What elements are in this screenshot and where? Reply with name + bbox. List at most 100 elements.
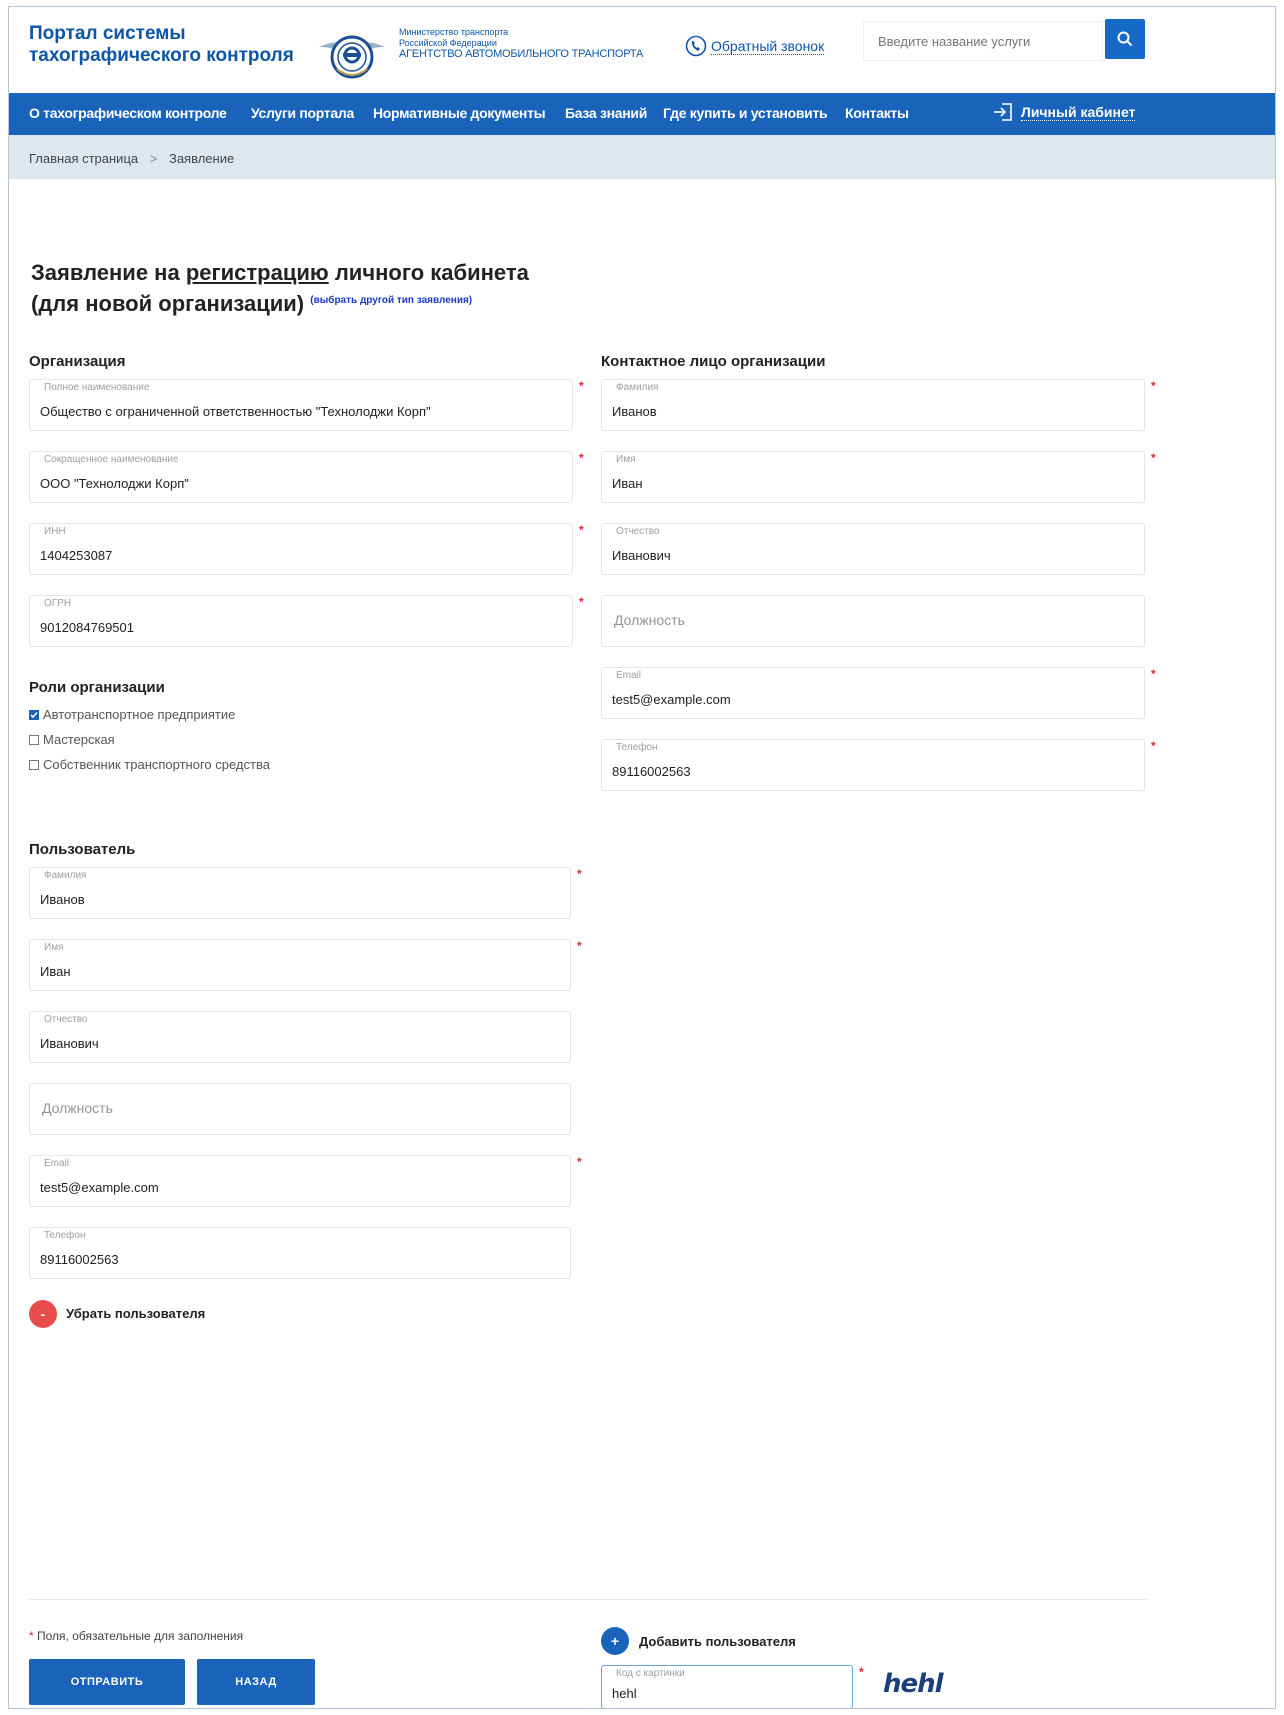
field-label: ОГРН [44, 598, 72, 609]
nav-item-knowledge[interactable]: База знаний [565, 105, 647, 121]
user-name-field[interactable]: Имя Иван [29, 939, 571, 991]
add-user-label[interactable]: Добавить пользователя [639, 1634, 796, 1649]
role-label: Мастерская [43, 732, 115, 747]
portal-title[interactable]: Портал системы тахографического контроля [29, 23, 294, 67]
breadcrumb: Главная страница > Заявление [9, 135, 1275, 179]
nav-item-contacts[interactable]: Контакты [845, 105, 909, 121]
page-title-pre: Заявление на [31, 260, 186, 285]
org-ogrn-field[interactable]: ОГРН 9012084769501 [29, 595, 573, 647]
submit-button[interactable]: ОТПРАВИТЬ [29, 1659, 185, 1705]
field-label: Сокращенное наименование [44, 454, 179, 465]
nav-item-where-to-buy[interactable]: Где купить и установить [663, 105, 828, 121]
field-label: Email [616, 670, 642, 681]
user-position-field[interactable]: Должность [29, 1083, 571, 1135]
captcha-field[interactable]: Код с картинки hehl [601, 1665, 853, 1708]
contact-email-field[interactable]: Email test5@example.com [601, 667, 1145, 719]
section-divider [29, 1599, 1147, 1600]
field-label: Email [44, 1158, 70, 1169]
checkbox-unchecked[interactable] [29, 734, 39, 745]
personal-cabinet-link[interactable]: Личный кабинет [993, 103, 1136, 121]
required-marker: * [1151, 739, 1156, 753]
nav-item-documents[interactable]: Нормативные документы [373, 105, 546, 121]
org-full-name-field[interactable]: Полное наименование Общество с ограничен… [29, 379, 573, 431]
field-value: Иванов [612, 404, 657, 419]
page-title-post: личного кабинета [328, 260, 529, 285]
role-checkbox-transport[interactable]: Автотранспортное предприятие [29, 707, 235, 722]
contact-patronymic-field[interactable]: Отчество Иванович [601, 523, 1145, 575]
role-label: Автотранспортное предприятие [43, 707, 236, 722]
required-note-text: Поля, обязательные для заполнения [33, 1629, 244, 1643]
field-value: 89116002563 [40, 1252, 119, 1267]
contact-phone-field[interactable]: Телефон 89116002563 [601, 739, 1145, 791]
role-checkbox-workshop[interactable]: Мастерская [29, 732, 115, 747]
portal-title-line2: тахографического контроля [29, 45, 294, 66]
field-value: Иванович [40, 1036, 99, 1051]
nav-item-about[interactable]: О тахографическом контроле [29, 105, 227, 121]
contact-name-field[interactable]: Имя Иван [601, 451, 1145, 503]
page-frame: Портал системы тахографического контроля… [8, 6, 1276, 1709]
user-phone-field[interactable]: Телефон 89116002563 [29, 1227, 571, 1279]
field-label: Отчество [616, 526, 660, 537]
site-header: Портал системы тахографического контроля… [9, 7, 1275, 89]
field-label: Отчество [44, 1014, 88, 1025]
breadcrumb-home[interactable]: Главная страница [29, 151, 138, 166]
user-heading: Пользователь [29, 841, 136, 858]
search-button[interactable] [1105, 19, 1145, 59]
user-patronymic-field[interactable]: Отчество Иванович [29, 1011, 571, 1063]
field-label: ИНН [44, 526, 66, 537]
callback-link[interactable]: Обратный звонок [685, 35, 825, 57]
remove-user-label[interactable]: Убрать пользователя [66, 1306, 205, 1321]
required-marker: * [859, 1665, 864, 1679]
login-icon [994, 103, 1012, 121]
field-value: 9012084769501 [40, 620, 134, 635]
user-surname-field[interactable]: Фамилия Иванов [29, 867, 571, 919]
check-icon [30, 711, 38, 718]
contact-position-field[interactable]: Должность [601, 595, 1145, 647]
field-label: Фамилия [616, 382, 659, 393]
field-label: Телефон [616, 742, 658, 753]
main-nav: О тахографическом контроле Услуги портал… [9, 93, 1275, 135]
page-title-link[interactable]: регистрацию [186, 260, 329, 285]
org-short-name-field[interactable]: Сокращенное наименование ООО "Технолоджи… [29, 451, 573, 503]
required-marker: * [579, 379, 584, 393]
breadcrumb-current: Заявление [168, 151, 235, 166]
required-marker: * [577, 1155, 582, 1169]
add-user-button[interactable]: + [601, 1627, 629, 1655]
nav-item-services[interactable]: Услуги портала [251, 105, 354, 121]
required-marker: * [577, 867, 582, 881]
field-value: ООО "Технолоджи Корп" [40, 476, 189, 491]
contact-heading: Контактное лицо организации [601, 353, 826, 370]
roles-heading: Роли организации [29, 679, 165, 696]
required-marker: * [1151, 451, 1156, 465]
back-button[interactable]: НАЗАД [197, 1659, 315, 1705]
field-value: hehl [612, 1686, 637, 1701]
field-label: Полное наименование [44, 382, 150, 393]
checkbox-checked[interactable] [29, 709, 39, 720]
field-label: Имя [616, 454, 636, 465]
field-value: test5@example.com [612, 692, 731, 707]
search-box [863, 21, 1103, 61]
org-inn-field[interactable]: ИНН 1404253087 [29, 523, 573, 575]
ministry-block: Министерство транспорта Российской Федер… [399, 27, 643, 60]
page-title: Заявление на регистрацию личного кабинет… [31, 259, 529, 318]
required-marker: * [577, 939, 582, 953]
breadcrumb-separator: > [149, 151, 158, 166]
personal-cabinet-label: Личный кабинет [1021, 103, 1136, 121]
remove-user-button[interactable]: - [29, 1300, 57, 1328]
user-email-field[interactable]: Email test5@example.com [29, 1155, 571, 1207]
required-marker: * [579, 595, 584, 609]
agency-name: АГЕНТСТВО АВТОМОБИЛЬНОГО ТРАНСПОРТА [399, 48, 644, 60]
search-input[interactable] [864, 22, 1102, 60]
field-value: 1404253087 [40, 548, 113, 563]
checkbox-unchecked[interactable] [29, 759, 39, 770]
contact-surname-field[interactable]: Фамилия Иванов [601, 379, 1145, 431]
role-checkbox-owner[interactable]: Собственник транспортного средства [29, 757, 270, 772]
field-label: Телефон [44, 1230, 86, 1241]
field-value: 89116002563 [612, 764, 691, 779]
callback-label: Обратный звонок [711, 37, 825, 55]
field-label: Фамилия [44, 870, 87, 881]
required-marker: * [579, 451, 584, 465]
required-marker: * [1151, 379, 1156, 393]
switch-type-link[interactable]: (выбрать другой тип заявления) [310, 295, 472, 306]
required-note: * Поля, обязательные для заполнения [29, 1629, 243, 1643]
